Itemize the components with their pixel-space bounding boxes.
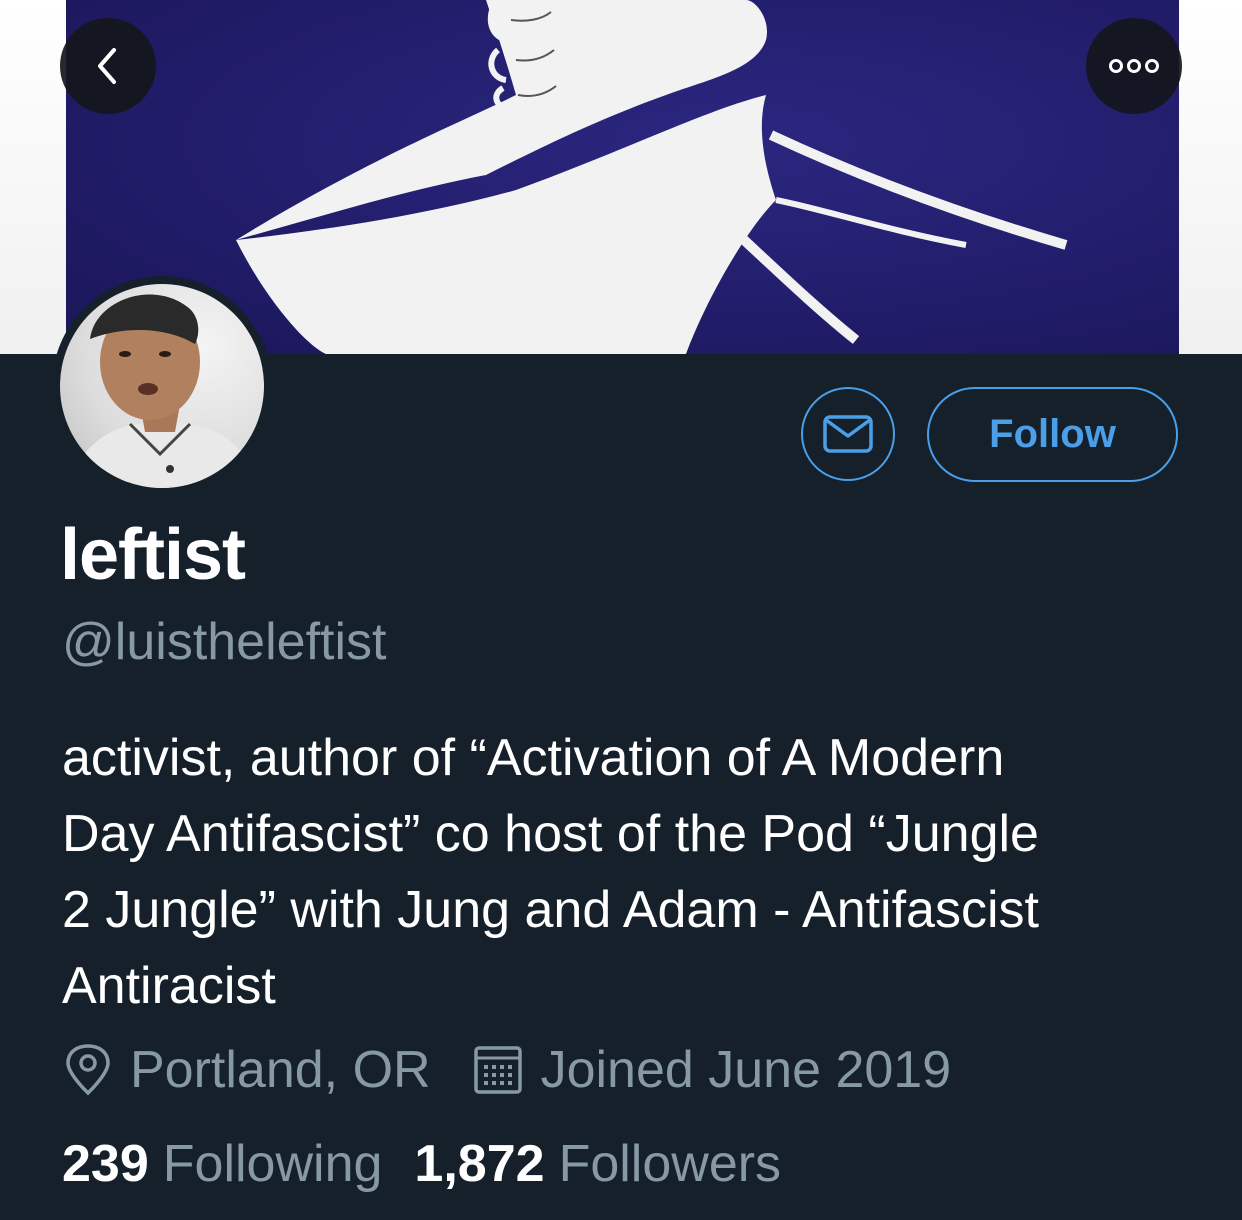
followers-count: 1,872 (414, 1135, 545, 1193)
message-button[interactable] (801, 387, 895, 481)
more-horizontal-icon (1109, 59, 1159, 73)
following-stat[interactable]: 239 Following (62, 1134, 382, 1194)
location-text: Portland, OR (130, 1041, 431, 1099)
avatar-photo (60, 284, 264, 488)
location-pin-icon (66, 1044, 110, 1096)
avatar-portrait (70, 294, 260, 488)
followers-stat[interactable]: 1,872 Followers (414, 1134, 781, 1194)
location-item: Portland, OR (64, 1040, 431, 1100)
more-options-button[interactable] (1086, 18, 1182, 114)
profile-page: Follow leftist @luistheleftist activist,… (0, 0, 1242, 1220)
followers-label: Followers (558, 1135, 782, 1193)
calendar-icon (473, 1046, 522, 1094)
avatar[interactable] (52, 276, 272, 496)
following-count: 239 (62, 1135, 149, 1193)
profile-handle: @luistheleftist (62, 613, 387, 671)
profile-bio: activist, author of “Activation of A Mod… (62, 729, 1039, 1015)
banner-handshake-illustration (236, 0, 1068, 354)
joined-text: Joined June 2019 (540, 1041, 952, 1099)
chevron-left-icon (98, 48, 116, 84)
profile-stats: 239 Following 1,872 Followers (62, 1134, 781, 1194)
envelope-icon (823, 415, 873, 453)
following-label: Following (162, 1135, 383, 1193)
joined-item: Joined June 2019 (473, 1040, 952, 1100)
profile-meta: Portland, OR Joined June 2019 (64, 1038, 951, 1102)
back-button[interactable] (60, 18, 156, 114)
follow-button[interactable]: Follow (927, 387, 1178, 482)
banner-image (66, 0, 1179, 354)
profile-display-name: leftist (60, 515, 246, 595)
